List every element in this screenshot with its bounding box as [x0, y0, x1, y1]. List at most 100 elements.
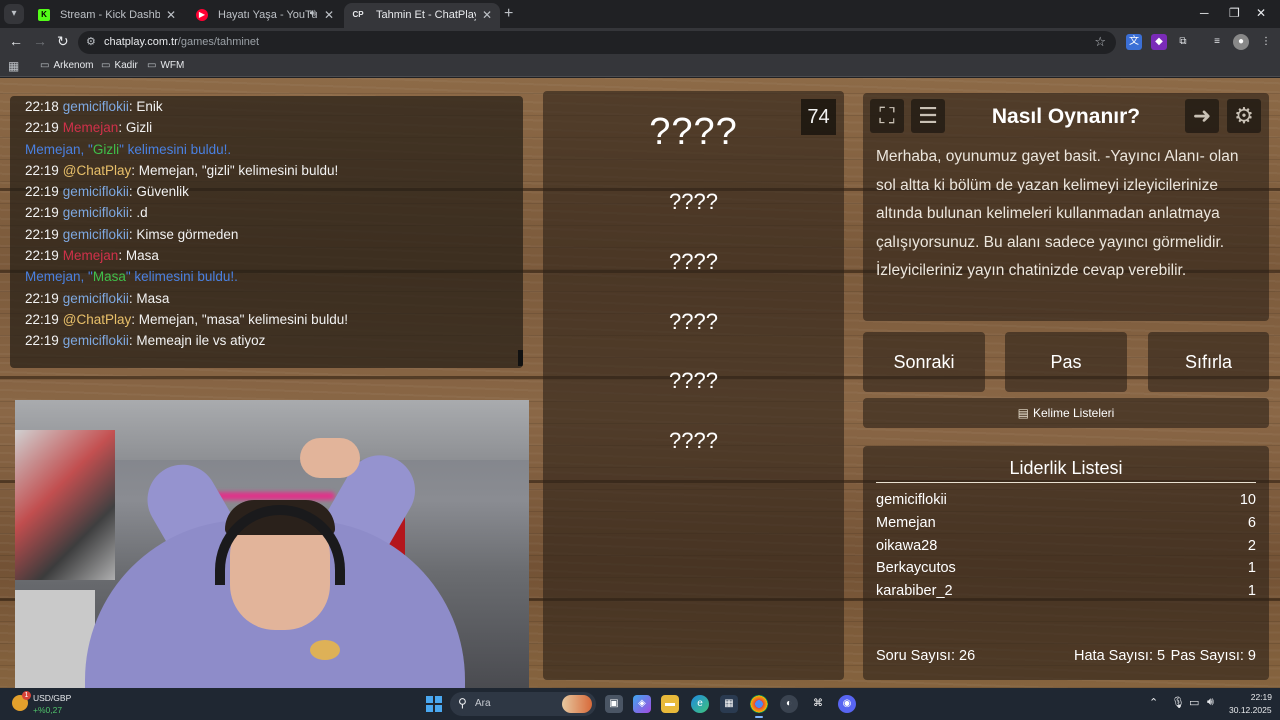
next-button[interactable]: Sonraki — [863, 332, 985, 392]
bookmark-label: Arkenom — [53, 60, 94, 71]
chat-username: gemiciflokii — [62, 226, 129, 242]
chat-text: Gizli — [125, 120, 153, 136]
back-icon[interactable]: ← — [9, 33, 23, 49]
network-icon[interactable]: ▭ — [1189, 696, 1199, 709]
webcam-hoodie-logo — [310, 640, 340, 660]
extension-icon[interactable]: ◆ — [1151, 34, 1167, 50]
forbidden-word: ???? — [669, 368, 718, 393]
word-lists-button[interactable]: ▤ Kelime Listeleri — [863, 398, 1269, 428]
tab-title: Tahmin Et - ChatPlay — [376, 9, 476, 21]
chat-text: Enik — [136, 99, 163, 114]
bookmark-label: WFM — [160, 60, 185, 71]
extensions-puzzle-icon[interactable]: ⧉ — [1175, 34, 1191, 50]
bookmark-star-icon[interactable]: ☆ — [1094, 34, 1106, 50]
clock-time[interactable]: 22:19 — [1244, 692, 1272, 702]
clock-date[interactable]: 30.12.2025 — [1229, 705, 1272, 715]
player-score: 1 — [1247, 560, 1256, 576]
chat-text: Masa — [136, 290, 170, 306]
chat-message: 22:19 Memejan: Masa — [25, 248, 159, 264]
main-word: ???? — [649, 111, 738, 153]
chat-panel[interactable]: 22:18 gemiciflokii: Enik 22:19 Memejan: Gi… — [10, 96, 523, 368]
close-icon[interactable]: ✕ — [482, 8, 492, 22]
player-name: Memejan — [876, 515, 936, 531]
question-count: Soru Sayısı: 26 — [876, 648, 976, 664]
taskbar-search[interactable]: ⚲ Ara — [450, 692, 596, 716]
chat-username: @ChatPlay — [62, 311, 132, 327]
chat-time: 22:19 — [25, 120, 59, 136]
pass-button[interactable]: Pas — [1005, 332, 1127, 392]
how-to-play-text: Merhaba, oyunumuz gayet basit. -Yayıncı … — [876, 148, 1239, 279]
leaderboard-row: Memejan 6 — [876, 515, 1256, 537]
volume-icon[interactable]: 🔊︎ — [1207, 696, 1214, 709]
leaderboard-row: gemiciflokii 10 — [876, 492, 1256, 514]
youtube-music-icon: ▶ — [196, 9, 208, 21]
chat-message: 22:19 Memejan: Gizli — [25, 120, 153, 136]
bookmark-folder-wfm[interactable]: ▭ WFM — [147, 60, 184, 71]
system-text: " kelimesini buldu!. — [119, 141, 232, 157]
settings-gear-icon[interactable]: ⚙ — [1227, 99, 1261, 133]
edge-icon[interactable]: e — [691, 695, 709, 713]
bookmark-label: Kadir — [114, 60, 138, 71]
close-icon[interactable]: ✕ — [166, 8, 176, 22]
error-count: Hata Sayısı: 5 — [1074, 648, 1166, 664]
close-window-icon[interactable]: ✕ — [1256, 6, 1266, 20]
reading-list-icon[interactable]: ≡ — [1209, 34, 1225, 50]
browser-toolbar: ← → ↻ ⚙ chatplay.com.tr/games/tahminet ☆… — [0, 28, 1280, 57]
speaker-icon[interactable]: 🔊︎ — [310, 8, 316, 19]
leaderboard-row: Berkaycutos 1 — [876, 560, 1256, 582]
tab-search-button[interactable]: ▾ — [4, 4, 24, 24]
folder-icon: ▭ — [101, 60, 111, 71]
microphone-icon[interactable]: 🎙︎ — [1171, 696, 1185, 709]
new-tab-button[interactable]: + — [504, 5, 513, 23]
tab-youtube-music[interactable]: ▶ Hayatı Yaşa - YouTube Music 🔊︎ ✕ — [186, 3, 342, 28]
discord-icon[interactable]: ◉ — [838, 695, 856, 713]
chat-message: 22:19 gemiciflokii: Memeajn ile vs atiyoz — [25, 333, 266, 349]
chat-time: 22:19 — [25, 311, 59, 327]
reload-icon[interactable]: ↻ — [57, 33, 69, 50]
webcam-video — [15, 400, 529, 688]
system-text: " kelimesini buldu!. — [125, 269, 238, 285]
address-bar[interactable]: ⚙ chatplay.com.tr/games/tahminet ☆ — [78, 31, 1116, 54]
logout-icon[interactable]: ➜ — [1185, 99, 1219, 133]
forbidden-word: ???? — [669, 428, 718, 453]
apps-grid-icon[interactable]: ▦ — [8, 59, 19, 73]
menu-kebab-icon[interactable]: ⋮ — [1258, 34, 1274, 50]
ticker-name[interactable]: USD/GBP — [33, 693, 71, 703]
url-text[interactable]: chatplay.com.tr/games/tahminet — [104, 36, 259, 48]
chatplay-icon: CP — [352, 10, 364, 19]
bookmark-folder-arkenom[interactable]: ▭ Arkenom — [40, 60, 93, 71]
show-hidden-icons-chevron[interactable]: ⌃ — [1149, 696, 1158, 709]
word-lists-label: Kelime Listeleri — [1032, 406, 1115, 420]
chat-username: @ChatPlay — [62, 162, 132, 178]
site-info-icon[interactable]: ⚙ — [86, 35, 96, 48]
translate-extension-icon[interactable]: 文 — [1126, 34, 1142, 50]
webcam-sofa — [15, 590, 95, 688]
minimize-icon[interactable]: ─ — [1200, 6, 1209, 20]
copilot-icon[interactable]: ◈ — [633, 695, 651, 713]
capcut-icon[interactable]: ⌘ — [809, 695, 827, 713]
chat-username: Memejan — [62, 120, 119, 136]
close-icon[interactable]: ✕ — [324, 8, 334, 22]
tab-chatplay[interactable]: CP Tahmin Et - ChatPlay ✕ — [344, 3, 500, 28]
tab-title: Hayatı Yaşa - YouTube Music — [218, 9, 318, 21]
profile-avatar-icon[interactable]: ● — [1233, 34, 1249, 50]
browser-tab-bar: ▾ K Stream - Kick Dashboard ✕ ▶ Hayatı Y… — [0, 0, 1280, 28]
system-text: Memejan, " — [25, 141, 93, 157]
chat-scrollbar[interactable] — [518, 350, 523, 366]
tab-kick-dashboard[interactable]: K Stream - Kick Dashboard ✕ — [28, 3, 184, 28]
windows-start-icon[interactable] — [426, 696, 442, 712]
store-icon[interactable]: ▦ — [720, 695, 738, 713]
chat-time: 22:19 — [25, 333, 59, 349]
app-icon[interactable]: ◐ — [780, 695, 798, 713]
file-explorer-icon[interactable]: ▬ — [661, 695, 679, 713]
reset-button[interactable]: Sıfırla — [1148, 332, 1269, 392]
task-view-icon[interactable]: ▣ — [605, 695, 623, 713]
forward-icon[interactable]: → — [33, 33, 47, 49]
folder-icon: ▭ — [147, 60, 157, 71]
forbidden-word: ???? — [669, 249, 718, 274]
chat-message: 22:19 @ChatPlay: Memejan, "masa" kelimesi… — [25, 311, 348, 327]
restore-icon[interactable]: ❐ — [1229, 6, 1240, 20]
webcam-hand — [300, 438, 360, 478]
bookmark-folder-kadir[interactable]: ▭ Kadir — [101, 60, 138, 71]
chrome-icon[interactable] — [750, 695, 768, 718]
